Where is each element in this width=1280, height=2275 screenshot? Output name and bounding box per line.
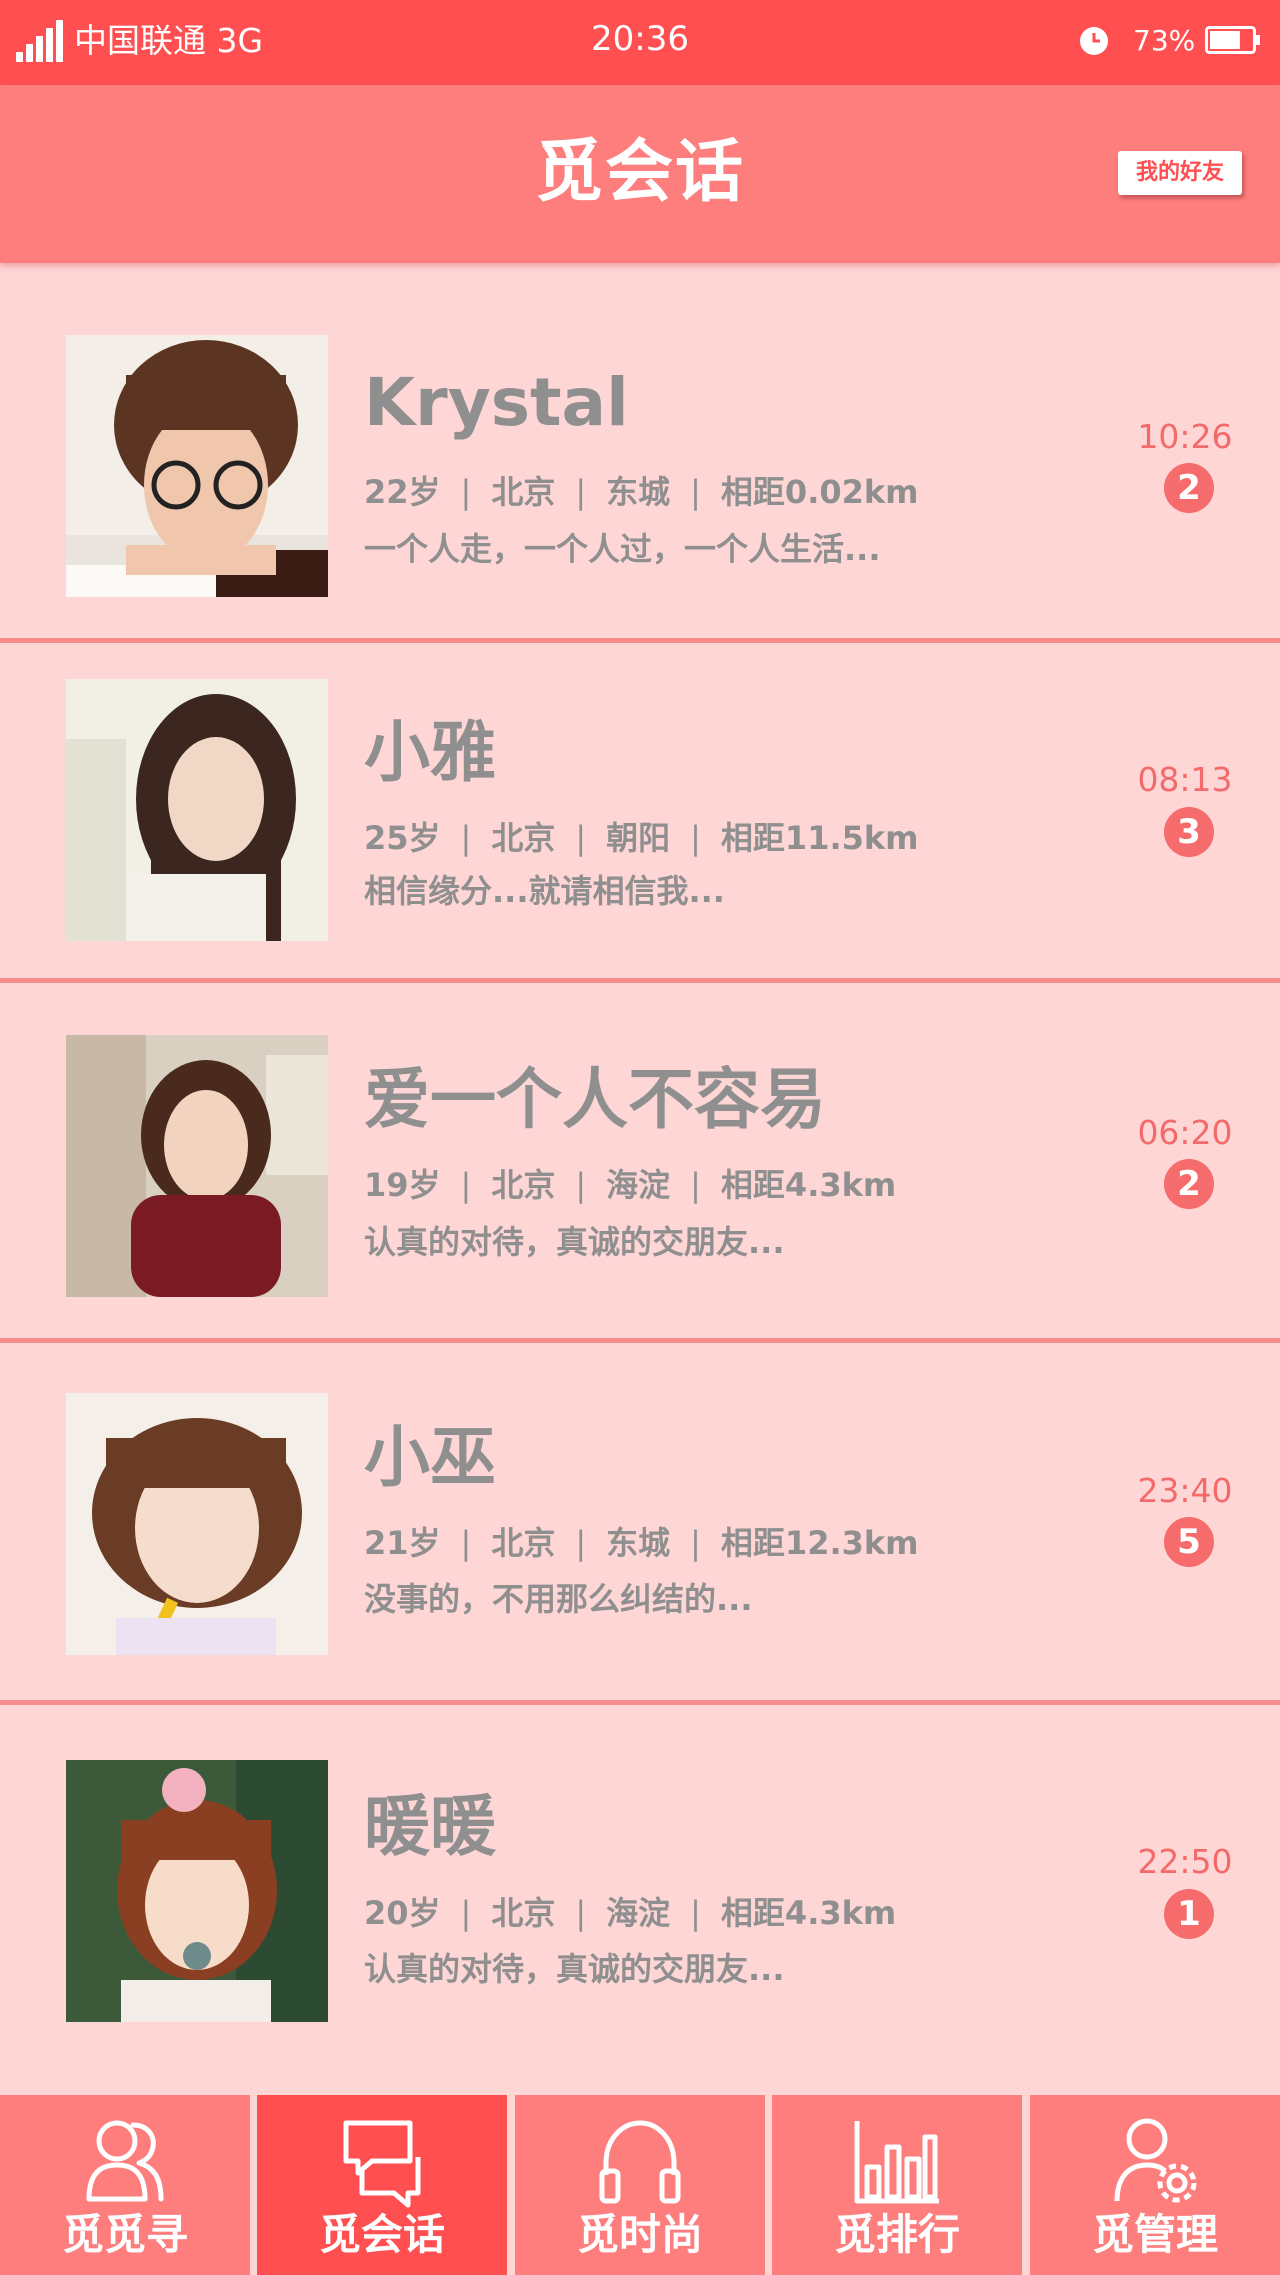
separator: | <box>460 1524 472 1562</box>
city-label: 北京 <box>491 1166 556 1204</box>
message-preview: 没事的，不用那么纠结的... <box>364 1580 753 1618</box>
tab-label: 觅会话 <box>318 2210 445 2259</box>
age-label: 19岁 <box>364 1166 441 1204</box>
contact-name: Krystal <box>364 364 629 441</box>
contact-name: 爱一个人不容易 <box>364 1061 826 1138</box>
separator: | <box>690 819 701 857</box>
contact-info: 21岁 | 北京 | 东城 | 相距12.3km <box>364 1521 919 1565</box>
distance-label: 相距4.3km <box>720 1166 897 1204</box>
conversation-row[interactable]: Krystal 22岁 | 北京 | 东城 | 相距0.02km 一个人走，一个人过，一个人… <box>0 263 1280 643</box>
avatar[interactable] <box>66 1035 328 1297</box>
message-preview: 一个人走，一个人过，一个人生活... <box>364 530 881 568</box>
separator: | <box>575 819 587 857</box>
alarm-clock-icon <box>1080 27 1108 55</box>
contact-info: 19岁 | 北京 | 海淀 | 相距4.3km <box>364 1163 896 1207</box>
my-friends-button[interactable]: 我的好友 <box>1118 151 1242 195</box>
separator: | <box>460 1166 472 1204</box>
conversation-list: Krystal 22岁 | 北京 | 东城 | 相距0.02km 一个人走，一个人过，一个人… <box>0 263 1280 2095</box>
tab-label: 觅排行 <box>833 2210 960 2259</box>
contact-name: 暖暖 <box>364 1788 496 1865</box>
separator: | <box>690 1894 701 1932</box>
tab-find[interactable]: 觅觅寻 <box>0 2095 250 2275</box>
contact-info: 20岁 | 北京 | 海淀 | 相距4.3km <box>364 1891 896 1935</box>
conversation-row[interactable]: 暖暖 20岁 | 北京 | 海淀 | 相距4.3km 认真的对待，真诚的交朋友... 22:… <box>0 1705 1280 2095</box>
district-label: 东城 <box>606 473 671 511</box>
message-time: 10:26 <box>1137 417 1233 456</box>
users-icon <box>86 2120 164 2202</box>
district-label: 海淀 <box>606 1894 671 1932</box>
separator: | <box>690 1166 701 1204</box>
unread-badge: 2 <box>1164 1159 1214 1209</box>
distance-label: 相距12.3km <box>720 1524 919 1562</box>
separator: | <box>575 473 587 511</box>
message-time: 08:13 <box>1137 760 1233 799</box>
unread-badge: 3 <box>1164 807 1214 857</box>
unread-badge: 2 <box>1164 463 1214 513</box>
message-preview: 认真的对待，真诚的交朋友... <box>364 1223 785 1261</box>
separator: | <box>690 1524 701 1562</box>
separator: | <box>690 473 701 511</box>
city-label: 北京 <box>491 473 556 511</box>
separator: | <box>460 1894 472 1932</box>
conversation-row[interactable]: 爱一个人不容易 19岁 | 北京 | 海淀 | 相距4.3km 认真的对待，真诚的交朋友..… <box>0 983 1280 1343</box>
message-time: 22:50 <box>1137 1842 1233 1881</box>
conversation-row[interactable]: 小巫 21岁 | 北京 | 东城 | 相距12.3km 没事的，不用那么纠结的... 23:… <box>0 1343 1280 1705</box>
message-preview: 相信缘分...就请相信我... <box>364 872 725 910</box>
city-label: 北京 <box>491 1894 556 1932</box>
tab-manage[interactable]: 觅管理 <box>1030 2095 1280 2275</box>
avatar[interactable] <box>66 679 328 941</box>
distance-label: 相距4.3km <box>720 1894 897 1932</box>
status-bar: 中国联通 3G 20:36 73% <box>0 0 1280 85</box>
district-label: 东城 <box>606 1524 671 1562</box>
tab-ranking[interactable]: 觅排行 <box>772 2095 1022 2275</box>
tab-label: 觅管理 <box>1091 2210 1218 2259</box>
separator: | <box>575 1166 587 1204</box>
age-label: 21岁 <box>364 1524 441 1562</box>
contact-name: 小巫 <box>364 1419 496 1496</box>
tab-label: 觅时尚 <box>576 2210 703 2259</box>
contact-info: 22岁 | 北京 | 东城 | 相距0.02km <box>364 470 919 514</box>
contact-info: 25岁 | 北京 | 朝阳 | 相距11.5km <box>364 816 919 860</box>
separator: | <box>460 819 472 857</box>
avatar[interactable] <box>66 335 328 597</box>
page-title: 觅会话 <box>534 133 745 212</box>
tab-label: 觅觅寻 <box>61 2210 188 2259</box>
district-label: 朝阳 <box>606 819 671 857</box>
battery-icon <box>1205 26 1260 54</box>
unread-badge: 1 <box>1164 1889 1214 1939</box>
bar-chart-icon <box>854 2121 939 2204</box>
distance-label: 相距0.02km <box>720 473 919 511</box>
age-label: 22岁 <box>364 473 441 511</box>
separator: | <box>575 1894 587 1932</box>
avatar[interactable] <box>66 1760 328 2022</box>
age-label: 25岁 <box>364 819 441 857</box>
separator: | <box>460 473 472 511</box>
tab-chat[interactable]: 觅会话 <box>257 2095 507 2275</box>
message-time: 23:40 <box>1137 1471 1233 1510</box>
headphones-icon <box>599 2120 681 2204</box>
distance-label: 相距11.5km <box>720 819 919 857</box>
separator: | <box>575 1524 587 1562</box>
contact-name: 小雅 <box>364 714 496 791</box>
tab-fashion[interactable]: 觅时尚 <box>515 2095 765 2275</box>
message-time: 06:20 <box>1137 1113 1233 1152</box>
battery-percent: 73% <box>1133 24 1196 57</box>
district-label: 海淀 <box>606 1166 671 1204</box>
user-settings-icon <box>1114 2118 1197 2203</box>
age-label: 20岁 <box>364 1894 441 1932</box>
app-header: 觅会话 我的好友 <box>0 85 1280 263</box>
chat-bubbles-icon <box>343 2120 421 2208</box>
bottom-navigation: 觅觅寻 觅会话 觅时尚 觅排行 觅管理 <box>0 2095 1280 2275</box>
message-preview: 认真的对待，真诚的交朋友... <box>364 1950 785 1988</box>
conversation-row[interactable]: 小雅 25岁 | 北京 | 朝阳 | 相距11.5km 相信缘分...就请相信我... 08… <box>0 643 1280 983</box>
avatar[interactable] <box>66 1393 328 1655</box>
unread-badge: 5 <box>1164 1517 1214 1567</box>
city-label: 北京 <box>491 819 556 857</box>
city-label: 北京 <box>491 1524 556 1562</box>
